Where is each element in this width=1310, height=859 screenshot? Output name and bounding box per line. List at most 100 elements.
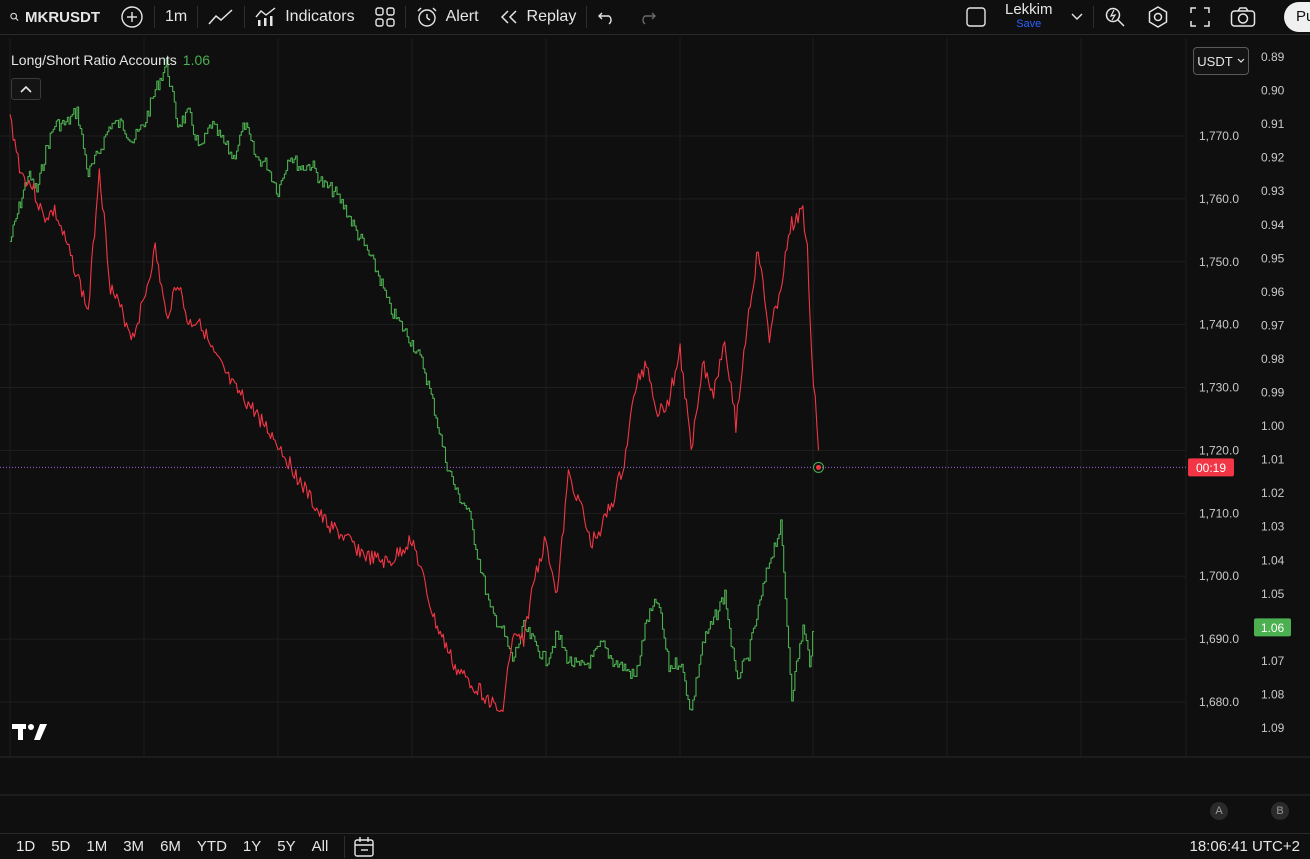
fullscreen-button[interactable]: [1180, 0, 1220, 34]
top-toolbar: MKRUSDT 1m Indicators Alert Replay Lekki…: [0, 0, 1310, 35]
alarm-clock-icon: [417, 7, 437, 27]
countdown-label: 00:19: [1196, 461, 1226, 475]
interval-button[interactable]: 1m: [155, 0, 197, 34]
ratio-tick-label: 1.05: [1261, 587, 1285, 601]
snapshot-button[interactable]: [1220, 0, 1266, 34]
plus-circle-icon: [121, 6, 143, 28]
redo-icon: [642, 12, 657, 25]
layout-save-status: Save: [1016, 18, 1042, 30]
ratio-tick-label: 0.99: [1261, 386, 1285, 400]
price-tick-label: 1,760.0: [1199, 192, 1239, 206]
settings-button[interactable]: [1136, 0, 1180, 34]
ratio-tick-label: 0.89: [1261, 50, 1285, 64]
chart-grid: [0, 38, 1310, 796]
ratio-value-label: 1.06: [1261, 621, 1285, 635]
replay-button[interactable]: Replay: [489, 0, 587, 34]
redo-button[interactable]: [627, 0, 667, 34]
rewind-icon: [500, 10, 517, 24]
ratio-tick-label: 1.09: [1261, 721, 1285, 735]
separator: [344, 835, 346, 858]
symbol-name: MKRUSDT: [25, 8, 100, 26]
ratio-tick-label: 0.98: [1261, 352, 1285, 366]
replay-label: Replay: [526, 8, 577, 25]
alert-button[interactable]: Alert: [406, 0, 489, 34]
undo-button[interactable]: [587, 0, 627, 34]
indicators-icon: [255, 7, 276, 26]
indicator-legend[interactable]: Long/Short Ratio Accounts 1.06: [11, 52, 210, 68]
price-tick-label: 1,720.0: [1199, 443, 1239, 457]
collapse-legend-button[interactable]: [11, 78, 41, 100]
price-tick-label: 1,740.0: [1199, 318, 1239, 332]
chevron-up-icon: [20, 85, 32, 93]
indicators-label: Indicators: [285, 8, 355, 25]
layout-square-button[interactable]: [955, 0, 997, 34]
camera-icon: [1230, 7, 1255, 27]
publish-button[interactable]: Pu: [1284, 2, 1310, 32]
price-tick-label: 1,690.0: [1199, 632, 1239, 646]
chevron-down-icon: [1237, 58, 1245, 63]
range-1m[interactable]: 1M: [78, 838, 115, 855]
range-1y[interactable]: 1Y: [235, 838, 269, 855]
range-1d[interactable]: 1D: [8, 838, 43, 855]
bottom-toolbar: 1D 5D 1M 3M 6M YTD 1Y 5Y All 18:06:41 UT…: [0, 833, 1310, 859]
price-tick-label: 1,710.0: [1199, 506, 1239, 520]
layout-name-button[interactable]: Lekkim Save: [997, 0, 1061, 34]
ratio-tick-label: 1.01: [1261, 453, 1285, 467]
line-chart-icon: [208, 9, 233, 25]
auto-scale-button[interactable]: A: [1210, 802, 1228, 820]
price-tick-label: 1,680.0: [1199, 695, 1239, 709]
gear-icon: [1148, 6, 1167, 28]
range-5d[interactable]: 5D: [43, 838, 78, 855]
clock-timezone[interactable]: 18:06:41 UTC+2: [1190, 838, 1301, 855]
indicators-button[interactable]: Indicators: [245, 0, 364, 34]
last-point-dot: [816, 464, 822, 470]
ratio-tick-label: 0.96: [1261, 285, 1285, 299]
currency-label: USDT: [1197, 53, 1233, 69]
range-ytd[interactable]: YTD: [189, 838, 235, 855]
ratio-tick-label: 1.00: [1261, 419, 1285, 433]
ratio-tick-label: 0.92: [1261, 151, 1285, 165]
log-scale-button[interactable]: B: [1271, 802, 1289, 820]
alert-label: Alert: [445, 8, 479, 25]
templates-button[interactable]: [365, 0, 405, 34]
currency-selector[interactable]: USDT: [1193, 47, 1249, 75]
calendar-icon[interactable]: [353, 836, 375, 858]
range-5y[interactable]: 5Y: [269, 838, 303, 855]
compare-button[interactable]: [110, 0, 154, 34]
symbol-search[interactable]: MKRUSDT: [0, 0, 110, 34]
tradingview-logo-icon[interactable]: [12, 722, 48, 742]
range-3m[interactable]: 3M: [115, 838, 152, 855]
price-chart[interactable]: 1,770.0 1,760.0 1,750.0 1,740.0 1,730.0 1,720…: [0, 38, 1310, 796]
indicator-name: Long/Short Ratio Accounts: [11, 52, 177, 68]
ratio-tick-label: 0.93: [1261, 184, 1285, 198]
ratio-tick-label: 1.07: [1261, 654, 1285, 668]
quick-search-icon: [1105, 7, 1125, 27]
chart-background: [0, 38, 1310, 796]
indicator-value: 1.06: [182, 52, 211, 68]
ratio-tick-label: 1.03: [1261, 520, 1285, 534]
range-all[interactable]: All: [304, 838, 337, 855]
layout-name: Lekkim: [1005, 1, 1053, 18]
ratio-tick-label: 0.94: [1261, 218, 1285, 232]
layout-menu-button[interactable]: [1061, 0, 1093, 34]
ratio-tick-label: 1.04: [1261, 553, 1285, 567]
ratio-tick-label: 0.90: [1261, 84, 1285, 98]
chart-type-button[interactable]: [198, 0, 244, 34]
undo-icon: [598, 12, 612, 25]
fullscreen-icon: [1189, 7, 1210, 27]
ratio-tick-label: 1.08: [1261, 687, 1285, 701]
range-6m[interactable]: 6M: [152, 838, 189, 855]
chevron-down-icon: [1071, 13, 1083, 20]
square-icon: [966, 7, 986, 27]
ratio-tick-label: 0.91: [1261, 117, 1285, 131]
price-tick-label: 1,700.0: [1199, 569, 1239, 583]
quick-search-button[interactable]: [1094, 0, 1136, 34]
ratio-tick-label: 0.95: [1261, 251, 1285, 265]
price-tick-label: 1,730.0: [1199, 381, 1239, 395]
grid-icon: [374, 7, 395, 27]
ratio-tick-label: 0.97: [1261, 318, 1285, 332]
price-tick-label: 1,750.0: [1199, 255, 1239, 269]
ratio-tick-label: 1.02: [1261, 486, 1285, 500]
search-icon: [10, 12, 19, 22]
price-tick-label: 1,770.0: [1199, 129, 1239, 143]
